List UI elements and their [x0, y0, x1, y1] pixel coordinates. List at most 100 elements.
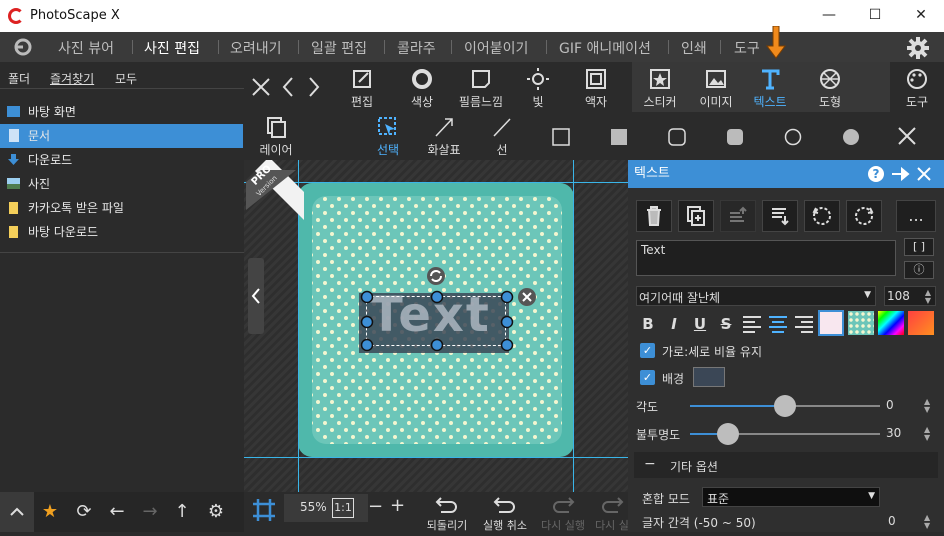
redo-all-button[interactable]: 다시 실: [594, 494, 630, 533]
redo-button[interactable]: 다시 실행: [538, 494, 588, 533]
list-item-pictures[interactable]: 사진: [0, 172, 243, 196]
underline-button[interactable]: U: [688, 312, 712, 336]
forward-arrow-icon[interactable]: →: [138, 500, 162, 524]
text-color-swatch[interactable]: [818, 310, 844, 336]
font-select[interactable]: 여기어때 잘난체 ▼: [636, 286, 876, 306]
rotate-right-button[interactable]: [846, 200, 882, 232]
close-x-icon[interactable]: [896, 125, 918, 147]
spin-down-icon[interactable]: ▼: [924, 406, 930, 414]
gear-icon[interactable]: ⚙: [204, 500, 228, 524]
text-input[interactable]: Text: [636, 240, 896, 276]
gradient-swatch[interactable]: [878, 311, 904, 335]
list-item-downloads[interactable]: 다운로드: [0, 148, 243, 172]
tool-sticker[interactable]: 스티커: [636, 68, 684, 110]
list-item-kakaotalk[interactable]: 카카오톡 받은 파일: [0, 196, 243, 220]
duplicate-button[interactable]: [678, 200, 714, 232]
info-button[interactable]: ⓘ: [904, 261, 934, 279]
tool-image[interactable]: 이미지: [692, 68, 740, 110]
strikethrough-button[interactable]: S: [714, 312, 738, 336]
pattern-swatch[interactable]: [848, 311, 874, 335]
tool-shape[interactable]: 도형: [806, 68, 854, 110]
menu-gif[interactable]: GIF 애니메이션: [559, 38, 651, 58]
background-checkbox[interactable]: ✓: [640, 370, 655, 385]
angle-slider-knob[interactable]: [774, 395, 796, 417]
selection-handles[interactable]: [359, 290, 519, 354]
actual-size-button[interactable]: 1:1: [332, 498, 354, 518]
star-icon[interactable]: ★: [38, 500, 62, 524]
refresh-icon[interactable]: ⟳: [72, 500, 96, 524]
list-item-desktop[interactable]: 바탕 화면: [0, 100, 243, 124]
zoom-in-icon[interactable]: +: [390, 495, 405, 516]
tab-all[interactable]: 모두: [115, 70, 137, 87]
menu-tools[interactable]: 도구: [734, 38, 760, 58]
fire-swatch[interactable]: [908, 311, 934, 335]
settings-gear-icon[interactable]: [906, 36, 930, 60]
spin-down-icon[interactable]: ▼: [924, 522, 930, 530]
help-icon[interactable]: ?: [868, 166, 884, 182]
maximize-button[interactable]: ☐: [852, 0, 898, 32]
tool-film[interactable]: 필름느낌: [454, 68, 508, 110]
next-chevron-icon[interactable]: [306, 76, 322, 98]
circle-filled-icon[interactable]: [842, 128, 860, 146]
blend-mode-select[interactable]: 표준 ▼: [702, 487, 880, 507]
menu-photo-viewer[interactable]: 사진 뷰어: [58, 38, 114, 58]
tool-arrow[interactable]: 화살표: [424, 116, 464, 158]
tab-favorites[interactable]: 즐겨찾기: [50, 70, 94, 87]
panel-toggle-button[interactable]: [248, 258, 264, 334]
rotate-handle-icon[interactable]: [426, 266, 446, 286]
viewer-logo-icon[interactable]: [12, 37, 34, 57]
menu-combine[interactable]: 이어붙이기: [464, 38, 528, 58]
angle-value[interactable]: 0: [886, 398, 894, 412]
close-x-icon[interactable]: [250, 76, 272, 98]
list-item-documents[interactable]: 문서: [0, 124, 243, 148]
rect-filled-icon[interactable]: [610, 128, 628, 146]
bracket-button[interactable]: [ ]: [904, 238, 934, 256]
send-backward-button[interactable]: [762, 200, 798, 232]
canvas-area[interactable]: PRO Version Text: [244, 160, 628, 492]
other-options-header[interactable]: − 기타 옵션: [634, 452, 938, 478]
close-panel-icon[interactable]: [916, 166, 932, 182]
align-left-icon[interactable]: [742, 315, 762, 333]
align-right-icon[interactable]: [794, 315, 814, 333]
tool-edit[interactable]: 편집: [342, 68, 382, 110]
letter-spacing-value[interactable]: 0: [888, 514, 896, 528]
italic-button[interactable]: I: [662, 312, 686, 336]
close-button[interactable]: ✕: [898, 0, 944, 32]
up-arrow-icon[interactable]: ↑: [170, 500, 194, 524]
tool-frame[interactable]: 액자: [576, 68, 616, 110]
bold-button[interactable]: B: [636, 312, 660, 336]
menu-batch[interactable]: 일괄 편집: [311, 38, 367, 58]
menu-cut-out[interactable]: 오려내기: [230, 38, 282, 58]
tool-layers[interactable]: 레이어: [256, 116, 296, 158]
tool-text[interactable]: 텍스트: [746, 68, 794, 110]
rounded-rect-outline-icon[interactable]: [668, 128, 686, 146]
font-size-stepper[interactable]: 108 ▲ ▼: [884, 286, 936, 306]
zoom-out-icon[interactable]: −: [368, 496, 383, 517]
tab-folders[interactable]: 폴더: [8, 70, 30, 87]
list-item-desktop-downloads[interactable]: 바탕 다운로드: [0, 220, 243, 244]
menu-photo-editor[interactable]: 사진 편집: [144, 38, 200, 58]
align-center-icon[interactable]: [768, 315, 788, 333]
delete-object-icon[interactable]: [517, 287, 537, 307]
background-color-swatch[interactable]: [693, 367, 725, 387]
rect-outline-icon[interactable]: [552, 128, 570, 146]
menu-collage[interactable]: 콜라주: [397, 38, 436, 58]
keep-ratio-checkbox[interactable]: ✓: [640, 343, 655, 358]
tool-line[interactable]: 선: [482, 116, 522, 158]
delete-button[interactable]: [636, 200, 672, 232]
circle-outline-icon[interactable]: [784, 128, 802, 146]
menu-print[interactable]: 인쇄: [681, 38, 707, 58]
prev-chevron-icon[interactable]: [280, 76, 296, 98]
more-button[interactable]: ...: [896, 200, 936, 232]
rotate-left-button[interactable]: [804, 200, 840, 232]
opacity-slider-knob[interactable]: [717, 423, 739, 445]
bring-forward-button[interactable]: [720, 200, 756, 232]
tool-color[interactable]: 색상: [402, 68, 442, 110]
spin-down-icon[interactable]: ▼: [924, 434, 930, 442]
tool-light[interactable]: 빛: [518, 68, 558, 110]
opacity-value[interactable]: 30: [886, 426, 901, 440]
grid-icon[interactable]: [252, 498, 276, 522]
zoom-level[interactable]: 55%: [300, 500, 327, 514]
spin-down-icon[interactable]: ▼: [925, 297, 931, 305]
pin-icon[interactable]: [890, 166, 910, 182]
